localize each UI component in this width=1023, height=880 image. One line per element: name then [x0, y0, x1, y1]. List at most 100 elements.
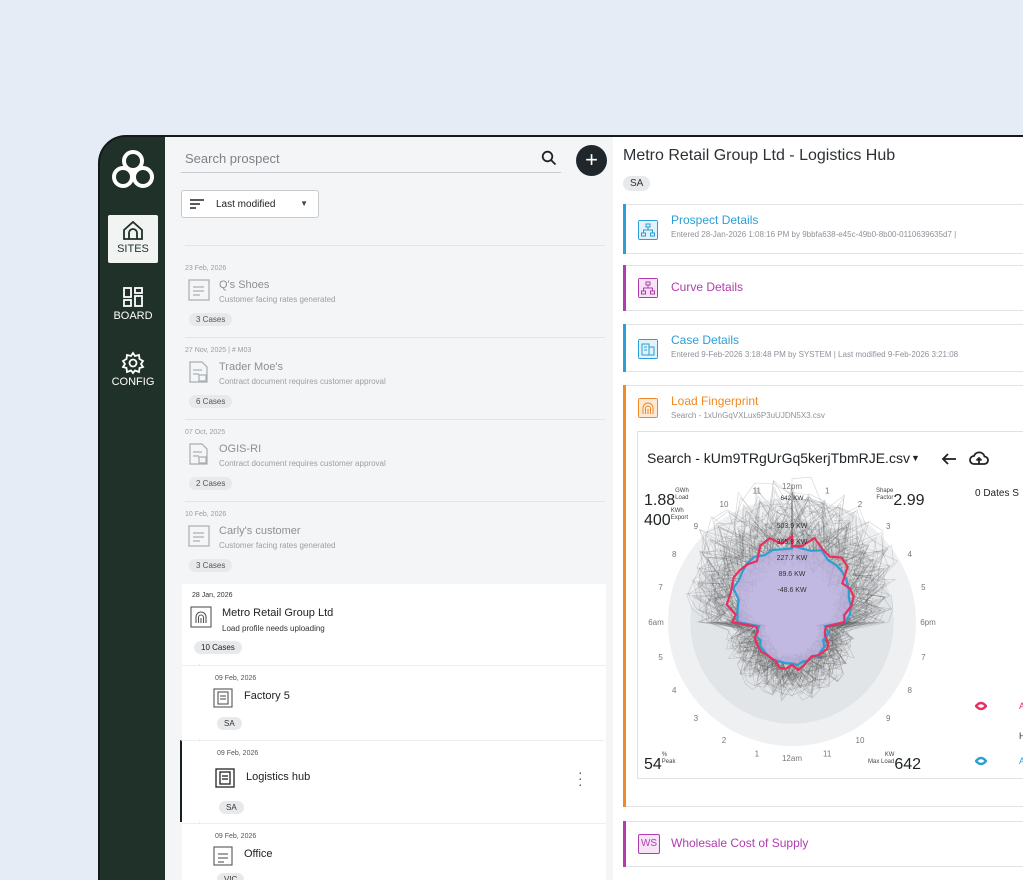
ring-label: 227.7 KW [777, 555, 808, 562]
case-item[interactable]: 09 Feb, 2026 Factory 5 SA [182, 665, 606, 739]
search-input[interactable] [181, 145, 521, 171]
legend-label: H [1019, 731, 1023, 741]
cases-badge: 3 Cases [189, 313, 233, 326]
search-icon[interactable] [541, 150, 557, 166]
case-name: Office [244, 848, 273, 860]
nav-label-board: BOARD [113, 310, 153, 322]
list-item[interactable]: 07 Oct, 2025 OGIS-RI Contract document r… [185, 429, 605, 499]
case-item-selected[interactable]: 09 Feb, 2026 Logistics hub · · · SA [180, 740, 604, 822]
page-title: Metro Retail Group Ltd - Logistics Hub [623, 147, 896, 164]
hour-label: 9 [886, 714, 891, 723]
item-name: Carly's customer [219, 525, 301, 537]
hour-label: 8 [672, 550, 677, 559]
contract-icon [189, 361, 208, 383]
fingerprint-icon [190, 606, 212, 628]
legend-lips-icon-red [975, 701, 987, 711]
cases-badge: 3 Cases [189, 559, 233, 572]
nav-label-config: CONFIG [111, 376, 155, 388]
divider [185, 501, 605, 502]
state-badge: SA [217, 717, 242, 730]
cases-badge: 10 Cases [194, 641, 242, 654]
org-chart-icon [638, 278, 658, 298]
case-date: 09 Feb, 2026 [215, 675, 257, 682]
nav-item-board[interactable]: BOARD [108, 282, 158, 330]
divider [185, 337, 605, 338]
hour-label: 8 [908, 686, 913, 695]
state-badge: VIC [217, 873, 245, 880]
wholesale-cost-card[interactable]: WS Wholesale Cost of Supply [623, 821, 1023, 867]
hour-label: 11 [823, 749, 832, 758]
selected-prospect[interactable]: 28 Jan, 2026 Metro Retail Group Ltd Load… [182, 584, 606, 664]
hour-label: 4 [908, 550, 913, 559]
sort-select[interactable]: Last modified ▼ [181, 190, 319, 218]
prospect-details-card[interactable]: Prospect Details Entered 28-Jan-2026 1:0… [623, 204, 1023, 254]
state-badge: SA [219, 801, 244, 814]
legend-label: A [1019, 701, 1023, 711]
sites-icon [123, 220, 143, 240]
search-box [181, 145, 561, 173]
item-date: 07 Oct, 2025 [185, 429, 226, 436]
divider [185, 245, 605, 246]
add-prospect-button[interactable]: + [576, 145, 607, 176]
item-status: Customer facing rates generated [219, 541, 336, 550]
ring-label: 503.9 KW [777, 523, 808, 530]
case-name: Logistics hub [246, 771, 311, 783]
hour-label: 7 [921, 653, 926, 662]
hour-label: 5 [921, 583, 926, 592]
org-chart-icon [638, 220, 658, 240]
item-name: Q's Shoes [219, 279, 270, 291]
item-status: Contract document requires customer appr… [219, 459, 386, 468]
list-item[interactable]: 23 Feb, 2026 Q's Shoes Customer facing r… [185, 265, 605, 335]
nav-item-sites[interactable]: SITES [108, 215, 158, 263]
accent-bar [623, 324, 626, 372]
case-date: 09 Feb, 2026 [217, 750, 259, 757]
hour-label: 7 [658, 583, 663, 592]
sort-select-value: Last modified [216, 199, 276, 210]
load-fingerprint-radar: 12pm123456pm789101112am123456am789101164… [648, 476, 936, 763]
curve-details-card[interactable]: Curve Details [623, 265, 1023, 311]
cases-badge: 2 Cases [189, 477, 233, 490]
prospect-list-panel: + Last modified ▼ 23 Feb, 2026 Q's Shoes… [165, 137, 613, 880]
item-name: Metro Retail Group Ltd [222, 607, 334, 619]
nav-item-config[interactable]: CONFIG [108, 348, 158, 396]
hour-label: 3 [886, 522, 891, 531]
card-title: Curve Details [671, 280, 744, 294]
divider [185, 419, 605, 420]
legend-label: A [1019, 756, 1023, 766]
case-item[interactable]: 09 Feb, 2026 Office VIC [182, 823, 606, 880]
fingerprint-icon [638, 398, 658, 418]
hour-label: 10 [856, 736, 865, 745]
item-status: Load profile needs uploading [222, 624, 325, 633]
accent-bar [623, 265, 626, 311]
cases-badge: 6 Cases [189, 395, 233, 408]
nav-rail: SITES BOARD CONFIG [100, 137, 165, 880]
hour-label: 6pm [920, 618, 936, 627]
more-vertical-icon[interactable]: · · · [578, 765, 583, 791]
app-logo [112, 150, 154, 188]
case-name: Factory 5 [244, 690, 290, 702]
chevron-down-icon: ▼ [300, 199, 308, 208]
hour-label: 4 [672, 686, 677, 695]
case-details-card[interactable]: Case Details Entered 9-Feb-2026 3:18:48 … [623, 324, 1023, 372]
ws-icon: WS [638, 834, 660, 854]
ring-label: 365.8 KW [777, 539, 808, 546]
document-icon [213, 846, 233, 866]
case-date: 09 Feb, 2026 [215, 833, 257, 840]
case-document-icon [213, 688, 233, 708]
hour-label: 2 [722, 736, 727, 745]
document-icon [188, 279, 210, 301]
load-fingerprint-card: Load Fingerprint Search - 1xUnGqVXLux6P3… [623, 385, 1023, 807]
item-date: 28 Jan, 2026 [192, 592, 233, 599]
fingerprint-panel: Search - kUm9TRgUrGq5kerjTbmRJE.csv ▼ 1.… [637, 431, 1023, 779]
ring-label: -48.6 KW [777, 587, 807, 594]
item-date: 10 Feb, 2026 [185, 511, 227, 518]
accent-bar [623, 821, 626, 867]
card-title: Load Fingerprint [671, 394, 759, 408]
item-name: OGIS-RI [219, 443, 262, 455]
card-title: Wholesale Cost of Supply [671, 836, 809, 850]
ring-label: 642 KW [780, 495, 804, 502]
hour-label: 3 [694, 714, 699, 723]
document-icon [188, 525, 210, 547]
list-item[interactable]: 27 Nov, 2025 | # M03 Trader Moe's Contra… [185, 347, 605, 417]
list-item[interactable]: 10 Feb, 2026 Carly's customer Customer f… [185, 511, 605, 581]
